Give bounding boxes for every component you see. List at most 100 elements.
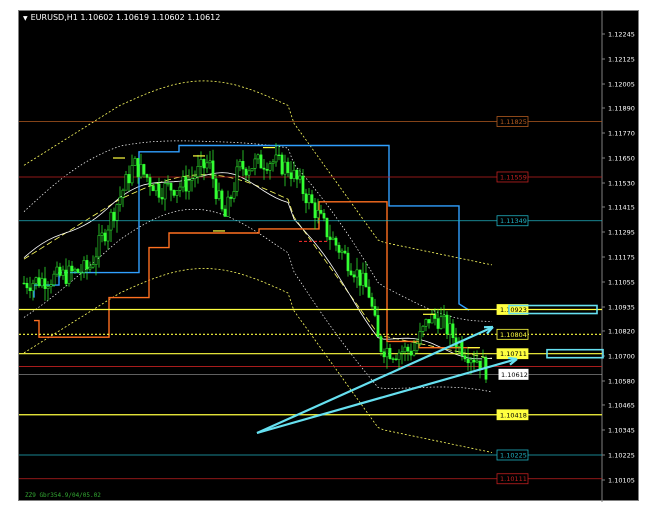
candle-body (193, 176, 197, 179)
candle-body (214, 178, 218, 199)
price-tick-label: 1.10820 (608, 327, 635, 335)
candle-body (187, 180, 191, 192)
price-tick-label: 1.12245 (608, 31, 635, 39)
candle-body (154, 183, 158, 192)
candle-body (286, 161, 290, 173)
candle-body (163, 183, 167, 200)
candle-body (445, 314, 449, 335)
candle-body (115, 204, 119, 221)
candle-body (202, 159, 206, 169)
candle-body (199, 159, 203, 167)
candle-body (31, 283, 35, 292)
candle-body (241, 161, 245, 170)
candle-body (451, 323, 455, 339)
price-tick-label: 1.11530 (608, 180, 635, 188)
candle-body (370, 297, 374, 307)
candle-body (463, 355, 467, 360)
price-tick-label: 1.11175 (608, 254, 635, 262)
candle-body (223, 208, 227, 217)
candle-body (34, 277, 38, 284)
candle-body (298, 175, 302, 180)
price-tick-label: 1.10700 (608, 352, 635, 360)
candle-body (397, 352, 401, 360)
candle-body (238, 161, 242, 168)
candle-body (337, 244, 341, 253)
candle-body (166, 182, 170, 185)
candle-body (415, 343, 419, 351)
candle-body (142, 164, 146, 175)
chart-header: ▼ EURUSD,H1 1.10602 1.10619 1.10602 1.106… (23, 13, 220, 22)
level-label-text: 1.10804 (500, 331, 527, 339)
candle-body (256, 154, 260, 160)
candle-body (79, 272, 83, 274)
price-tick-label: 1.10580 (608, 378, 635, 386)
candle-body (349, 270, 353, 276)
candle-body (460, 341, 464, 357)
candle-body (28, 287, 32, 292)
candle-body (280, 154, 284, 175)
candle-body (391, 358, 395, 360)
candle-body (334, 237, 338, 246)
candle-body (172, 189, 176, 196)
chart-window[interactable]: 1.12245 1.12125 1.12005 1.11890 1.11770 1.116… (18, 10, 640, 502)
price-tick-label: 1.12005 (608, 81, 635, 89)
candle-body (319, 210, 323, 214)
candle-body (184, 176, 188, 192)
candle-body (355, 269, 359, 278)
level-label-text: 1.10225 (500, 451, 527, 459)
candle-body (151, 185, 155, 192)
candle-body (310, 194, 314, 203)
candle-body (472, 359, 476, 363)
candle-body (40, 278, 44, 287)
price-tick-label: 1.11770 (608, 129, 635, 137)
candle-body (235, 166, 239, 192)
price-tick-label: 1.12125 (608, 56, 635, 64)
candle-body (70, 265, 74, 272)
candle-body (478, 360, 482, 370)
candle-body (169, 182, 173, 191)
candle-body (448, 323, 452, 335)
candle-body (121, 189, 125, 198)
candle-body (271, 161, 275, 164)
candle-body (196, 166, 200, 178)
candle-body (265, 168, 269, 171)
candle-body (82, 260, 86, 273)
candle-body (130, 165, 134, 184)
candle-body (217, 190, 221, 199)
level-label-text: 1.10711 (500, 350, 527, 358)
candle-body (139, 164, 143, 178)
candle-body (55, 266, 59, 275)
candle-body (118, 197, 122, 205)
candle-body (43, 278, 47, 289)
candle-body (58, 266, 62, 276)
candle-body (331, 237, 335, 240)
level-label-text: 1.10111 (500, 475, 527, 483)
candle-body (205, 162, 209, 169)
candle-body (283, 161, 287, 175)
candle-body (112, 211, 116, 221)
candle-body (400, 351, 404, 354)
candle-body (376, 315, 380, 337)
candle-body (73, 268, 77, 272)
price-tick-label: 1.11890 (608, 104, 635, 112)
price-chart[interactable]: 1.12245 1.12125 1.12005 1.11890 1.11770 1.116… (19, 11, 640, 502)
candle-body (361, 272, 365, 286)
candle-body (292, 169, 296, 179)
price-tick-label: 1.10345 (608, 426, 635, 434)
orange-channel-line (34, 201, 479, 349)
candle-body (190, 178, 194, 181)
price-tick-label: 1.11295 (608, 228, 635, 236)
current-price-text: 1.10612 (501, 371, 528, 379)
candle-body (442, 314, 446, 318)
candle-body (178, 186, 182, 191)
price-tick-label: 1.10105 (608, 477, 635, 485)
candle-body (268, 163, 272, 171)
candle-body (346, 252, 350, 272)
collapse-triangle-icon[interactable]: ▼ (23, 15, 28, 22)
candle-body (304, 193, 308, 204)
candle-body (37, 277, 41, 287)
candle-body (64, 269, 68, 284)
candle-body (253, 158, 257, 169)
symbol-ohlc-text: EURUSD,H1 1.10602 1.10619 1.10602 1.1061… (30, 13, 221, 22)
candle-body (211, 160, 215, 180)
